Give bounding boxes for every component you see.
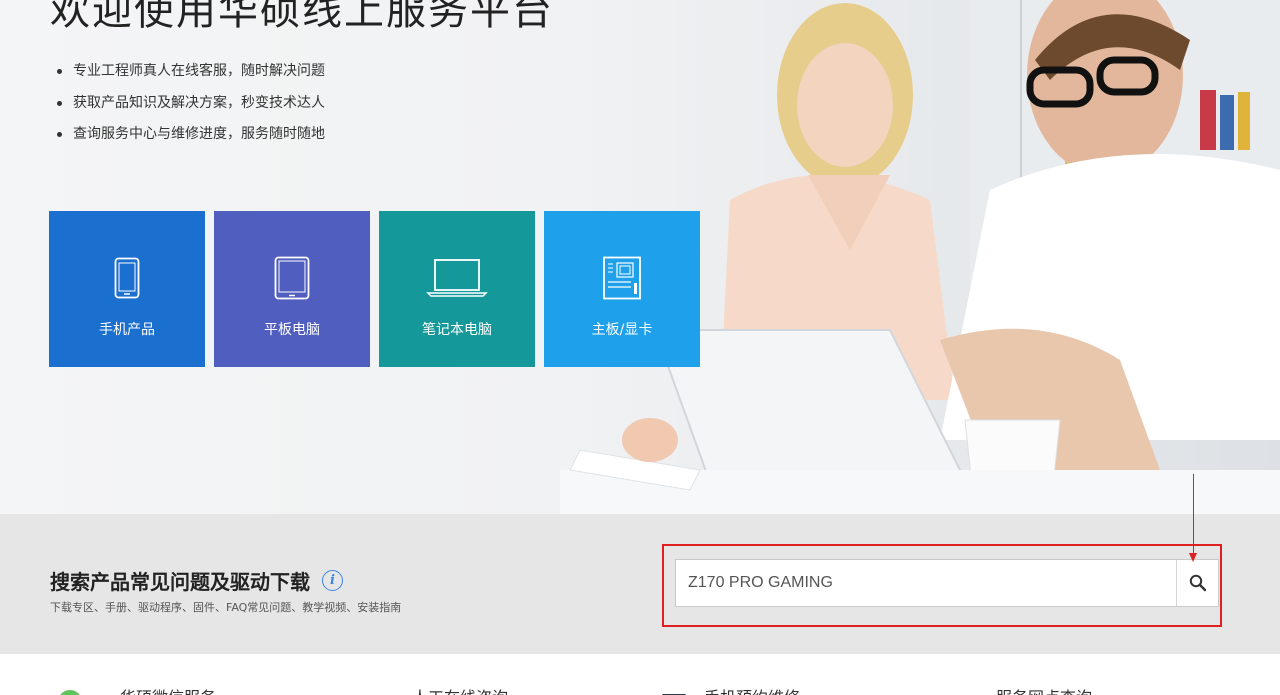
tile-label: 手机产品 (99, 322, 155, 338)
service-link[interactable]: 人工在线咨询 (412, 684, 508, 695)
product-category-tiles: 手机产品 平板电脑 笔记本电脑 主板/显卡 (49, 211, 700, 367)
search-box (675, 559, 1219, 607)
tablet-icon (274, 255, 310, 301)
annotation-arrow (1193, 474, 1194, 556)
search-section: 搜索产品常见问题及驱动下载 i 下载专区、手册、驱动程序、固件、FAQ常见问题、… (0, 514, 1280, 654)
tile-phone[interactable]: 手机产品 (49, 211, 205, 367)
smartphone-icon (114, 255, 140, 301)
search-section-title: 搜索产品常见问题及驱动下载 i (50, 566, 343, 595)
motherboard-icon (601, 255, 643, 301)
tile-label: 笔记本电脑 (422, 322, 492, 338)
info-icon[interactable]: i (322, 570, 343, 591)
feature-item: 查询服务中心与维修进度，服务随时随地 (55, 123, 325, 155)
tile-motherboard[interactable]: 主板/显卡 (544, 211, 700, 367)
tile-label: 平板电脑 (264, 322, 320, 338)
feature-item: 专业工程师真人在线客服，随时解决问题 (55, 60, 325, 92)
laptop-icon (426, 255, 488, 301)
service-link[interactable]: 华硕微信服务 (120, 684, 216, 695)
service-link[interactable]: 手机预约维修 (704, 684, 800, 695)
hero-banner: 欢迎使用华硕线上服务平台 专业工程师真人在线客服，随时解决问题 获取产品知识及解… (0, 0, 1280, 514)
search-button[interactable] (1176, 560, 1218, 606)
feature-list: 专业工程师真人在线客服，随时解决问题 获取产品知识及解决方案，秒变技术达人 查询… (55, 60, 325, 155)
tile-laptop[interactable]: 笔记本电脑 (379, 211, 535, 367)
tile-tablet[interactable]: 平板电脑 (214, 211, 370, 367)
annotation-arrow-head (1189, 553, 1197, 562)
wechat-icon (58, 690, 82, 695)
search-section-subtitle: 下载专区、手册、驱动程序、固件、FAQ常见问题、教学视频、安装指南 (50, 601, 402, 614)
search-section-title-text: 搜索产品常见问题及驱动下载 (50, 570, 310, 594)
feature-item: 获取产品知识及解决方案，秒变技术达人 (55, 92, 325, 124)
search-input[interactable] (676, 560, 1176, 606)
tile-label: 主板/显卡 (591, 322, 653, 338)
service-links-row: 华硕微信服务 人工在线咨询 手机预约维修 服务网点查询 (0, 654, 1280, 695)
search-icon (1189, 574, 1206, 592)
service-link[interactable]: 服务网点查询 (996, 684, 1092, 695)
page-title: 欢迎使用华硕线上服务平台 (50, 0, 554, 34)
